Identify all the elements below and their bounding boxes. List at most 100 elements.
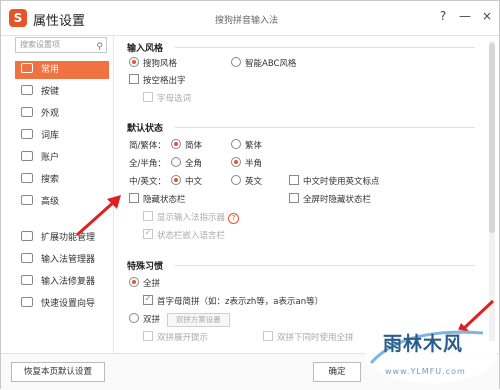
title-bar: S 属性设置 搜狗拼音输入法 ? — × <box>1 1 499 36</box>
sogou-logo: S <box>9 9 27 27</box>
search-input[interactable]: 搜索设置项 ⚲ <box>15 37 107 53</box>
watermark-url: www.YLMFU.com <box>385 367 466 376</box>
checkbox[interactable] <box>129 193 139 203</box>
radio-label: 智能ABC风格 <box>245 59 297 69</box>
section-title-special-habit: 特殊习惯 <box>127 262 164 272</box>
radio-button[interactable] <box>231 175 241 185</box>
radio-zhongwen[interactable]: 中文 <box>171 175 202 187</box>
checkbox-shouzimu[interactable]: 首字母简拼（如：z表示zh等，a表示an等） <box>143 295 323 307</box>
keyboard-icon <box>21 85 33 95</box>
radio-button[interactable] <box>129 313 139 323</box>
sidebar-item-changyong[interactable]: 常用 <box>15 61 109 79</box>
close-button[interactable]: × <box>479 9 495 23</box>
checkbox-label: 首字母简拼（如：z表示zh等，a表示an等） <box>157 297 324 307</box>
radio-label: 中文 <box>185 177 203 187</box>
checkbox[interactable] <box>289 175 299 185</box>
watermark-text: 雨林木风 <box>383 333 464 355</box>
reset-defaults-button[interactable]: 恢复本页默认设置 <box>11 362 105 382</box>
sidebar-item-wizard[interactable]: 快速设置向导 <box>15 295 109 313</box>
radio-abc-style[interactable]: 智能ABC风格 <box>231 57 296 69</box>
checkbox-statusbar-embed[interactable]: 状态栏嵌入语言栏 <box>143 229 225 241</box>
radio-button[interactable] <box>231 57 241 67</box>
help-button[interactable]: ? <box>435 9 451 23</box>
sidebar-item-label: 词库 <box>41 131 60 141</box>
sidebar-item-label: 账户 <box>41 153 60 163</box>
checkbox[interactable] <box>143 211 153 221</box>
sidebar-item-ime-repair[interactable]: 输入法修复器 <box>15 273 109 291</box>
sidebar-item-ciku[interactable]: 词库 <box>15 127 109 145</box>
checkbox-space-output[interactable]: 按空格出字 <box>129 74 186 86</box>
search-icon <box>21 173 33 183</box>
watermark-logo: 雨林木风 www.YLMFU.com <box>363 319 499 387</box>
puzzle-icon <box>21 231 33 241</box>
radio-label: 简体 <box>185 141 203 151</box>
radio-banjiao[interactable]: 半角 <box>231 157 262 169</box>
checkbox-show-indicator[interactable]: 显示输入法指示器? <box>143 211 240 224</box>
radio-shuangpin[interactable]: 双拼 双拼方案设置 <box>129 313 230 327</box>
radio-button[interactable] <box>171 175 181 185</box>
radio-quanpin[interactable]: 全拼 <box>129 277 160 289</box>
checkbox-zh-en-punct[interactable]: 中文时使用英文标点 <box>289 175 380 187</box>
checkbox-shuangpin-quanpin[interactable]: 双拼下同时使用全拼 <box>263 331 354 343</box>
section-divider <box>175 265 475 266</box>
checkbox-hide-statusbar[interactable]: 隐藏状态栏 <box>129 193 186 205</box>
wrench-icon <box>21 275 33 285</box>
radio-button[interactable] <box>231 139 241 149</box>
sidebar-item-label: 输入法修复器 <box>41 277 96 287</box>
radio-fanti[interactable]: 繁体 <box>231 139 262 151</box>
checkbox-shuangpin-show[interactable]: 双拼展开提示 <box>143 331 208 343</box>
checkbox[interactable] <box>263 331 273 341</box>
home-icon <box>21 63 33 73</box>
checkbox[interactable] <box>143 331 153 341</box>
minimize-button[interactable]: — <box>457 9 473 23</box>
radio-button[interactable] <box>129 57 139 67</box>
radio-label: 全角 <box>185 159 203 169</box>
sidebar-item-sousuo[interactable]: 搜索 <box>15 171 109 189</box>
radio-yingwen[interactable]: 英文 <box>231 175 262 187</box>
radio-button[interactable] <box>171 157 181 167</box>
checkbox-label: 状态栏嵌入语言栏 <box>157 231 226 241</box>
sidebar-item-zhanghu[interactable]: 账户 <box>15 149 109 167</box>
section-divider <box>175 127 475 128</box>
checkbox-letter-select[interactable]: 字母选词 <box>143 92 191 104</box>
checkbox-fullscreen-hide[interactable]: 全屏时隐藏状态栏 <box>289 193 371 205</box>
scrollbar-thumb[interactable] <box>489 43 495 233</box>
palette-icon <box>21 107 33 117</box>
help-icon[interactable]: ? <box>228 213 240 224</box>
search-placeholder: 搜索设置项 <box>20 40 60 49</box>
radio-button[interactable] <box>231 157 241 167</box>
radio-quanjiao[interactable]: 全角 <box>171 157 202 169</box>
sidebar-item-label: 按键 <box>41 87 60 97</box>
sidebar-item-label: 高级 <box>41 197 60 207</box>
shuangpin-setting-button[interactable]: 双拼方案设置 <box>166 313 230 327</box>
label-zhongying: 中/英文： <box>129 177 166 187</box>
radio-button[interactable] <box>129 277 139 287</box>
ok-button[interactable]: 确定 <box>313 362 361 382</box>
checkbox[interactable] <box>143 295 153 305</box>
checkbox[interactable] <box>143 229 153 239</box>
radio-jianti[interactable]: 简体 <box>171 139 202 151</box>
sidebar-item-label: 快速设置向导 <box>41 299 96 309</box>
checkbox-label: 显示输入法指示器 <box>157 213 226 223</box>
radio-label: 双拼 <box>143 315 161 325</box>
sidebar-item-waiguan[interactable]: 外观 <box>15 105 109 123</box>
radio-sogou-style[interactable]: 搜狗风格 <box>129 57 177 69</box>
sidebar-item-label: 输入法管理器 <box>41 255 96 265</box>
checkbox-label: 按空格出字 <box>143 76 186 86</box>
radio-label: 繁体 <box>245 141 263 151</box>
sidebar-item-ime-manager[interactable]: 输入法管理器 <box>15 251 109 269</box>
checkbox-label: 中文时使用英文标点 <box>303 177 380 187</box>
section-title-default-state: 默认状态 <box>127 124 164 134</box>
checkbox[interactable] <box>143 92 153 102</box>
radio-label: 半角 <box>245 159 263 169</box>
checkbox[interactable] <box>289 193 299 203</box>
sidebar-item-anjian[interactable]: 按键 <box>15 83 109 101</box>
keyboard-icon <box>21 253 33 263</box>
radio-button[interactable] <box>171 139 181 149</box>
checkbox-label: 双拼展开提示 <box>157 333 209 343</box>
book-icon <box>21 129 33 139</box>
section-title-input-style: 输入风格 <box>127 44 164 54</box>
checkbox[interactable] <box>129 74 139 84</box>
search-icon[interactable]: ⚲ <box>96 40 103 54</box>
section-divider <box>175 47 475 48</box>
